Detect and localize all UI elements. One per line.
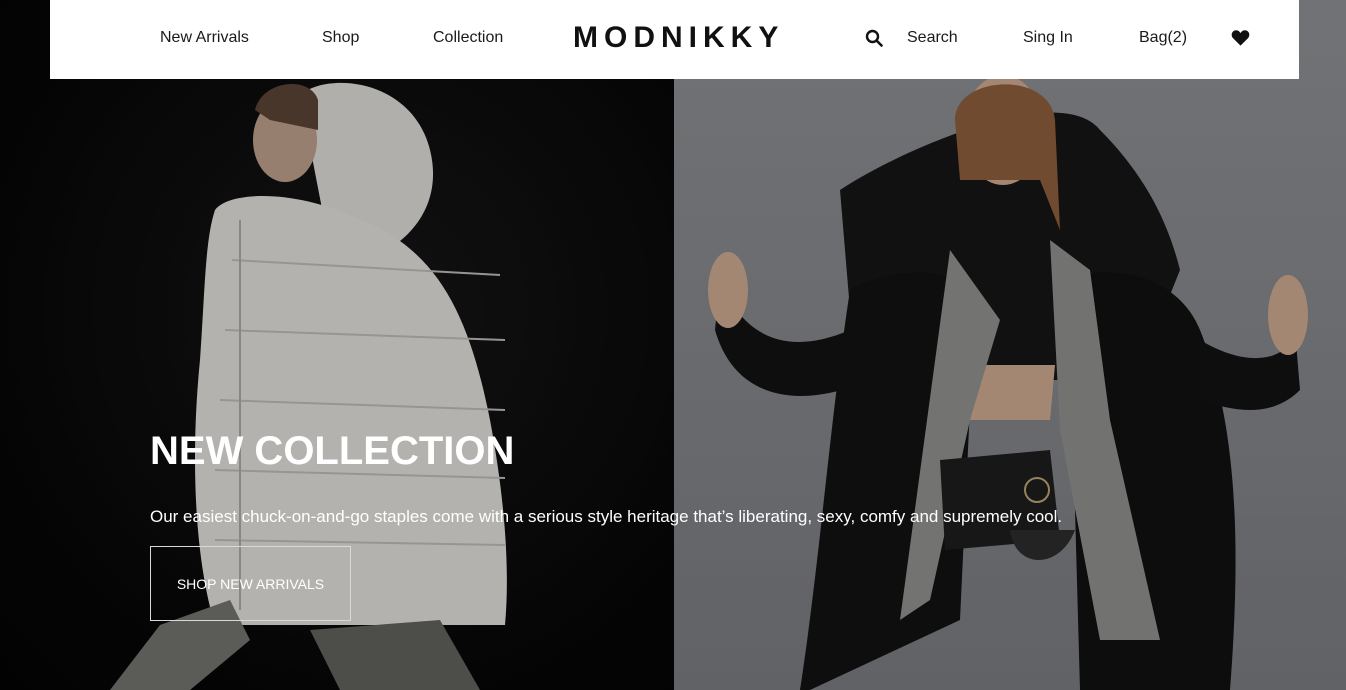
heart-icon[interactable]	[1231, 29, 1250, 47]
hero-title: NEW COLLECTION	[150, 429, 515, 473]
nav-shop[interactable]: Shop	[322, 29, 359, 47]
cta-label: SHOP NEW ARRIVALS	[176, 575, 325, 592]
shop-new-arrivals-button[interactable]: SHOP NEW ARRIVALS	[150, 546, 351, 621]
hero-subtitle: Our easiest chuck-on-and-go staples come…	[150, 507, 1063, 526]
search-icon[interactable]	[865, 29, 883, 47]
nav-bag[interactable]: Bag(2)	[1139, 29, 1187, 47]
nav-search[interactable]: Search	[907, 29, 958, 47]
brand-logo[interactable]: MODNIKKY	[573, 20, 784, 56]
nav-new-arrivals[interactable]: New Arrivals	[160, 29, 249, 47]
nav-sign-in[interactable]: Sing In	[1023, 29, 1073, 47]
nav-collection[interactable]: Collection	[433, 29, 503, 47]
site-header: New Arrivals Shop Collection MODNIKKY Se…	[50, 0, 1299, 79]
